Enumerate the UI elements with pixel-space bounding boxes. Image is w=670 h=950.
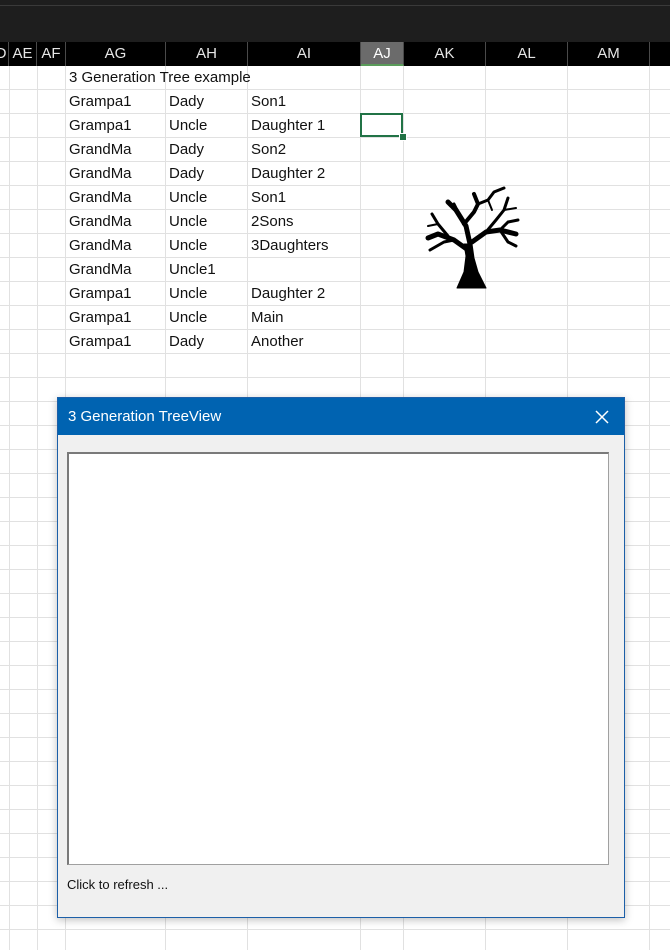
column-header-ak[interactable]: AK [404,42,486,66]
column-header-ae[interactable]: AE [9,42,37,66]
child-cell[interactable]: Son1 [251,186,286,210]
grandparent-cell[interactable]: Grampa1 [69,330,132,354]
child-cell[interactable]: Main [251,306,284,330]
column-header-ah[interactable]: AH [166,42,248,66]
child-cell[interactable]: Son2 [251,138,286,162]
sheet-title-cell[interactable]: 3 Generation Tree example [69,66,251,90]
close-button[interactable] [580,398,624,435]
child-cell[interactable]: 3Daughters [251,234,329,258]
parent-cell[interactable]: Uncle1 [169,258,216,282]
parent-cell[interactable]: Dady [169,330,204,354]
ribbon-divider [0,5,670,6]
parent-cell[interactable]: Uncle [169,114,207,138]
grandparent-cell[interactable]: GrandMa [69,186,132,210]
gridline [37,66,38,950]
column-header-ag[interactable]: AG [66,42,166,66]
child-cell[interactable]: Daughter 1 [251,114,325,138]
treeview-control[interactable] [67,452,609,865]
parent-cell[interactable]: Uncle [169,186,207,210]
child-cell[interactable]: 2Sons [251,210,294,234]
gridline [649,66,650,950]
grandparent-cell[interactable]: Grampa1 [69,306,132,330]
column-header-row: D AE AF AG AH AI AJ AK AL AM [0,42,670,67]
grandparent-cell[interactable]: GrandMa [69,138,132,162]
tree-silhouette-icon[interactable] [424,184,524,292]
child-cell[interactable]: Son1 [251,90,286,114]
refresh-label[interactable]: Click to refresh ... [67,876,168,894]
active-cell-selection[interactable] [360,113,403,137]
parent-cell[interactable]: Uncle [169,210,207,234]
column-header-am[interactable]: AM [568,42,650,66]
gridline [9,66,10,950]
child-cell[interactable]: Another [251,330,304,354]
parent-cell[interactable]: Uncle [169,282,207,306]
dialog-title: 3 Generation TreeView [68,408,222,425]
grandparent-cell[interactable]: GrandMa [69,234,132,258]
column-header-af[interactable]: AF [37,42,66,66]
fill-handle[interactable] [399,133,407,141]
close-icon [595,409,609,424]
grandparent-cell[interactable]: GrandMa [69,162,132,186]
column-header-d[interactable]: D [0,42,9,66]
column-header-ai[interactable]: AI [248,42,361,66]
grandparent-cell[interactable]: Grampa1 [69,90,132,114]
dialog-titlebar[interactable]: 3 Generation TreeView [58,398,624,435]
grandparent-cell[interactable]: GrandMa [69,210,132,234]
parent-cell[interactable]: Dady [169,90,204,114]
child-cell[interactable]: Daughter 2 [251,162,325,186]
ribbon-area [0,0,670,42]
treeview-dialog: 3 Generation TreeView Click to refresh .… [57,397,625,918]
child-cell[interactable]: Daughter 2 [251,282,325,306]
grandparent-cell[interactable]: GrandMa [69,258,132,282]
grandparent-cell[interactable]: Grampa1 [69,114,132,138]
column-header-aj[interactable]: AJ [361,42,404,66]
grandparent-cell[interactable]: Grampa1 [69,282,132,306]
parent-cell[interactable]: Uncle [169,306,207,330]
parent-cell[interactable]: Uncle [169,234,207,258]
column-header-al[interactable]: AL [486,42,568,66]
parent-cell[interactable]: Dady [169,162,204,186]
parent-cell[interactable]: Dady [169,138,204,162]
